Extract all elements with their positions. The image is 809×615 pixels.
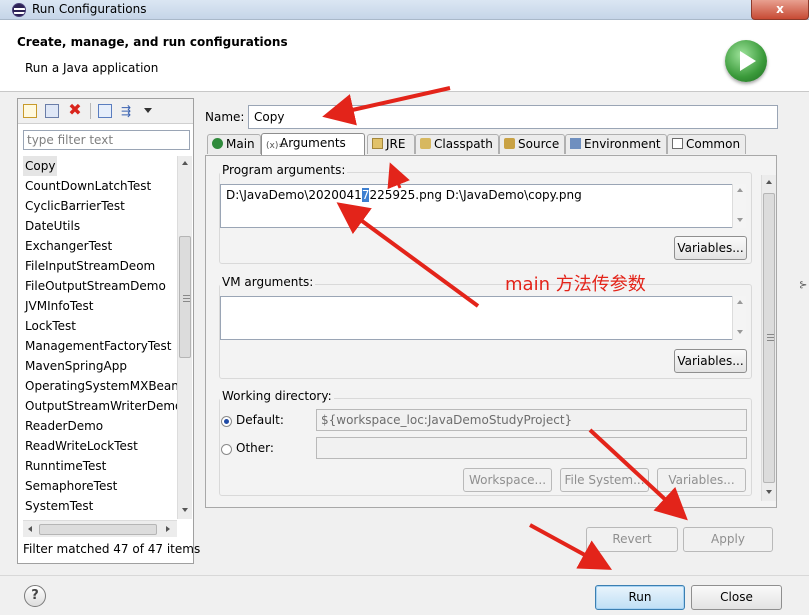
tab-scroll-thumb[interactable] <box>763 193 775 483</box>
window-close-button[interactable]: x <box>751 0 809 20</box>
vm-args-label: VM arguments: <box>220 275 316 289</box>
program-variables-button[interactable]: Variables... <box>674 236 747 260</box>
tree-horizontal-scrollbar[interactable] <box>23 520 177 537</box>
configuration-editor: Name: Copy Main (x)=Arguments JRE Classp… <box>199 98 782 508</box>
close-button[interactable]: Close <box>691 585 782 610</box>
config-list-item[interactable]: OperatingSystemMXBeanTest <box>23 376 177 396</box>
config-list-item[interactable]: SystemTest <box>23 496 177 516</box>
run-configurations-dialog: Run Configurations x Create, manage, and… <box>0 0 809 615</box>
run-button[interactable]: Run <box>595 585 685 610</box>
vm-variables-button[interactable]: Variables... <box>674 349 747 373</box>
filter-status: Filter matched 47 of 47 items <box>23 542 201 556</box>
other-label: Other: <box>236 441 274 455</box>
scroll-up-arrow[interactable] <box>182 161 188 165</box>
eclipse-icon <box>12 3 26 17</box>
config-list-item[interactable]: MavenSpringApp <box>23 356 177 376</box>
other-radio[interactable] <box>221 444 232 455</box>
window-title: Run Configurations <box>32 2 147 16</box>
delete-icon[interactable]: ✖ <box>68 102 82 118</box>
config-list-item[interactable]: ReadWriteLockTest <box>23 436 177 456</box>
common-tab-icon <box>672 138 683 149</box>
toolbar-separator <box>90 103 91 119</box>
filesystem-button[interactable]: File System... <box>560 468 649 492</box>
revert-button[interactable]: Revert <box>586 527 678 552</box>
header-subtitle: Run a Java application <box>25 61 159 75</box>
classpath-tab-icon <box>420 138 431 149</box>
tab-arguments[interactable]: (x)=Arguments <box>261 133 365 155</box>
config-list-item[interactable]: SemaphoreTest <box>23 476 177 496</box>
config-list-item[interactable]: ReaderDemo <box>23 416 177 436</box>
default-dir-field: ${workspace_loc:JavaDemoStudyProject} <box>316 409 747 431</box>
header-title: Create, manage, and run configurations <box>17 35 288 49</box>
config-list-item[interactable]: JVMInfoTest <box>23 296 177 316</box>
filter-icon[interactable]: ⇶ <box>121 104 135 118</box>
config-list-item[interactable]: CountDownLatchTest <box>23 176 177 196</box>
title-bar: Run Configurations x <box>0 0 809 20</box>
default-label: Default: <box>236 413 284 427</box>
default-radio[interactable] <box>221 416 232 427</box>
scroll-left-arrow[interactable] <box>28 526 32 532</box>
tab-jre[interactable]: JRE <box>367 134 415 154</box>
run-icon <box>725 40 767 82</box>
scroll-down-arrow[interactable] <box>182 508 188 512</box>
source-tab-icon <box>504 138 515 149</box>
dialog-header: Create, manage, and run configurations R… <box>0 20 809 92</box>
tab-classpath[interactable]: Classpath <box>415 134 499 154</box>
name-label: Name: <box>205 110 245 124</box>
tab-source[interactable]: Source <box>499 134 565 154</box>
other-dir-field[interactable] <box>316 437 747 459</box>
background-window-edge: ⊱ <box>799 280 808 291</box>
config-list-item[interactable]: ExchangerTest <box>23 236 177 256</box>
collapse-icon[interactable] <box>98 104 112 118</box>
apply-button[interactable]: Apply <box>683 527 773 552</box>
config-list-item[interactable]: DateUtils <box>23 216 177 236</box>
scroll-right-arrow[interactable] <box>166 526 170 532</box>
workspace-button[interactable]: Workspace... <box>463 468 552 492</box>
tab-environment[interactable]: Environment <box>565 134 667 154</box>
program-args-label: Program arguments: <box>220 163 348 177</box>
config-tabs: Main (x)=Arguments JRE Classpath Source … <box>207 133 777 156</box>
filter-input[interactable] <box>23 130 190 150</box>
name-field[interactable]: Copy <box>248 105 778 129</box>
config-list-item[interactable]: CyclicBarrierTest <box>23 196 177 216</box>
duplicate-icon[interactable] <box>45 104 59 118</box>
vm-args-field[interactable] <box>220 296 733 340</box>
footer-separator <box>0 575 809 576</box>
arguments-tab-icon: (x)= <box>266 141 286 151</box>
config-toolbar: ✖ ⇶ <box>18 99 193 124</box>
vm-args-scrollbar[interactable] <box>732 296 746 340</box>
working-dir-label: Working directory: <box>220 389 334 403</box>
tab-vertical-scrollbar[interactable] <box>761 175 776 501</box>
config-list-item[interactable]: FileInputStreamDeom <box>23 256 177 276</box>
config-list-item[interactable]: ManagementFactoryTest <box>23 336 177 356</box>
tree-hscroll-thumb[interactable] <box>39 524 157 535</box>
configuration-list-panel: ✖ ⇶ CopyCountDownLatchTestCyclicBarrierT… <box>17 98 200 564</box>
annotation-text: main 方法传参数 <box>505 274 646 295</box>
help-icon[interactable]: ? <box>24 585 46 607</box>
arguments-tab-panel: Program arguments: D:\JavaDemo\202004172… <box>205 155 777 508</box>
tab-common[interactable]: Common <box>667 134 746 154</box>
config-list-item[interactable]: FileOutputStreamDemo <box>23 276 177 296</box>
tree-vertical-scrollbar[interactable] <box>177 156 192 519</box>
program-args-field[interactable]: D:\JavaDemo\20200417225925.png D:\JavaDe… <box>220 184 733 228</box>
config-list-item[interactable]: Copy <box>23 156 57 176</box>
configuration-tree: Copy CountDownLatchTest CyclicBarrierTest D… <box>23 156 177 519</box>
config-list-item[interactable]: OutputStreamWriterDemo <box>23 396 177 416</box>
new-config-icon[interactable] <box>23 104 37 118</box>
environment-tab-icon <box>570 138 581 149</box>
tab-main[interactable]: Main <box>207 134 261 154</box>
config-list-item[interactable]: RunntimeTest <box>23 456 177 476</box>
chevron-down-icon[interactable] <box>144 108 152 113</box>
workdir-variables-button[interactable]: Variables... <box>657 468 746 492</box>
config-list-item[interactable]: LockTest <box>23 316 177 336</box>
main-tab-icon <box>212 138 223 149</box>
jre-tab-icon <box>372 138 383 149</box>
tree-scroll-thumb[interactable] <box>179 236 191 358</box>
program-args-scrollbar[interactable] <box>732 184 746 228</box>
